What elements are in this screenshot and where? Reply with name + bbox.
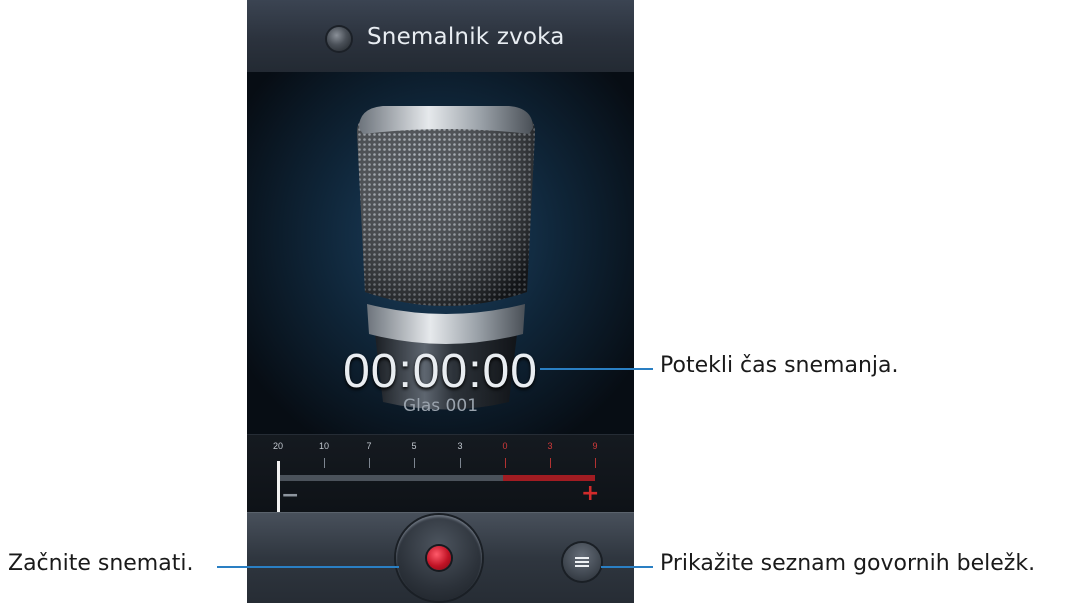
scale-label: 3 — [547, 441, 553, 451]
callout-show-list: Prikažite seznam govornih beležk. — [660, 551, 1036, 576]
scale-tick — [324, 458, 325, 468]
leader-line-time — [540, 368, 653, 370]
scale-label: 9 — [592, 441, 598, 451]
level-bar-normal — [277, 475, 503, 481]
scale-tick — [460, 458, 461, 468]
scale-label: 7 — [366, 441, 372, 451]
app-icon — [327, 27, 351, 51]
level-meter: 20 10 7 5 3 0 3 9 − + — [247, 434, 634, 513]
level-needle — [277, 461, 280, 513]
scale-label: 20 — [272, 441, 284, 451]
recording-name: Glas 001 — [402, 396, 479, 416]
minus-icon: − — [281, 483, 300, 508]
app-title: Snemalnik zvoka — [367, 24, 565, 50]
scale-tick — [505, 458, 506, 468]
scale-label: 0 — [502, 441, 508, 451]
recordings-list-button[interactable] — [563, 543, 601, 581]
callout-start-recording: Začnite snemati. — [8, 551, 194, 576]
scale-label: 10 — [318, 441, 330, 451]
scale-tick — [550, 458, 551, 468]
list-icon — [575, 557, 589, 567]
scale-tick — [369, 458, 370, 468]
scale-tick — [595, 458, 596, 468]
control-bar — [247, 512, 634, 603]
record-icon — [427, 546, 451, 570]
record-button[interactable] — [396, 515, 482, 601]
leader-line-record — [217, 566, 399, 568]
scale-label: 3 — [457, 441, 463, 451]
title-bar: Snemalnik zvoka — [247, 0, 634, 73]
phone-screen: Snemalnik zvoka 00:00:00 Glas 001 20 10 … — [247, 0, 634, 603]
scale-label: 5 — [411, 441, 417, 451]
callout-elapsed-time: Potekli čas snemanja. — [660, 353, 899, 378]
leader-line-list — [601, 566, 653, 568]
plus-icon: + — [581, 481, 600, 506]
elapsed-time: 00:00:00 — [343, 345, 538, 398]
scale-tick — [414, 458, 415, 468]
